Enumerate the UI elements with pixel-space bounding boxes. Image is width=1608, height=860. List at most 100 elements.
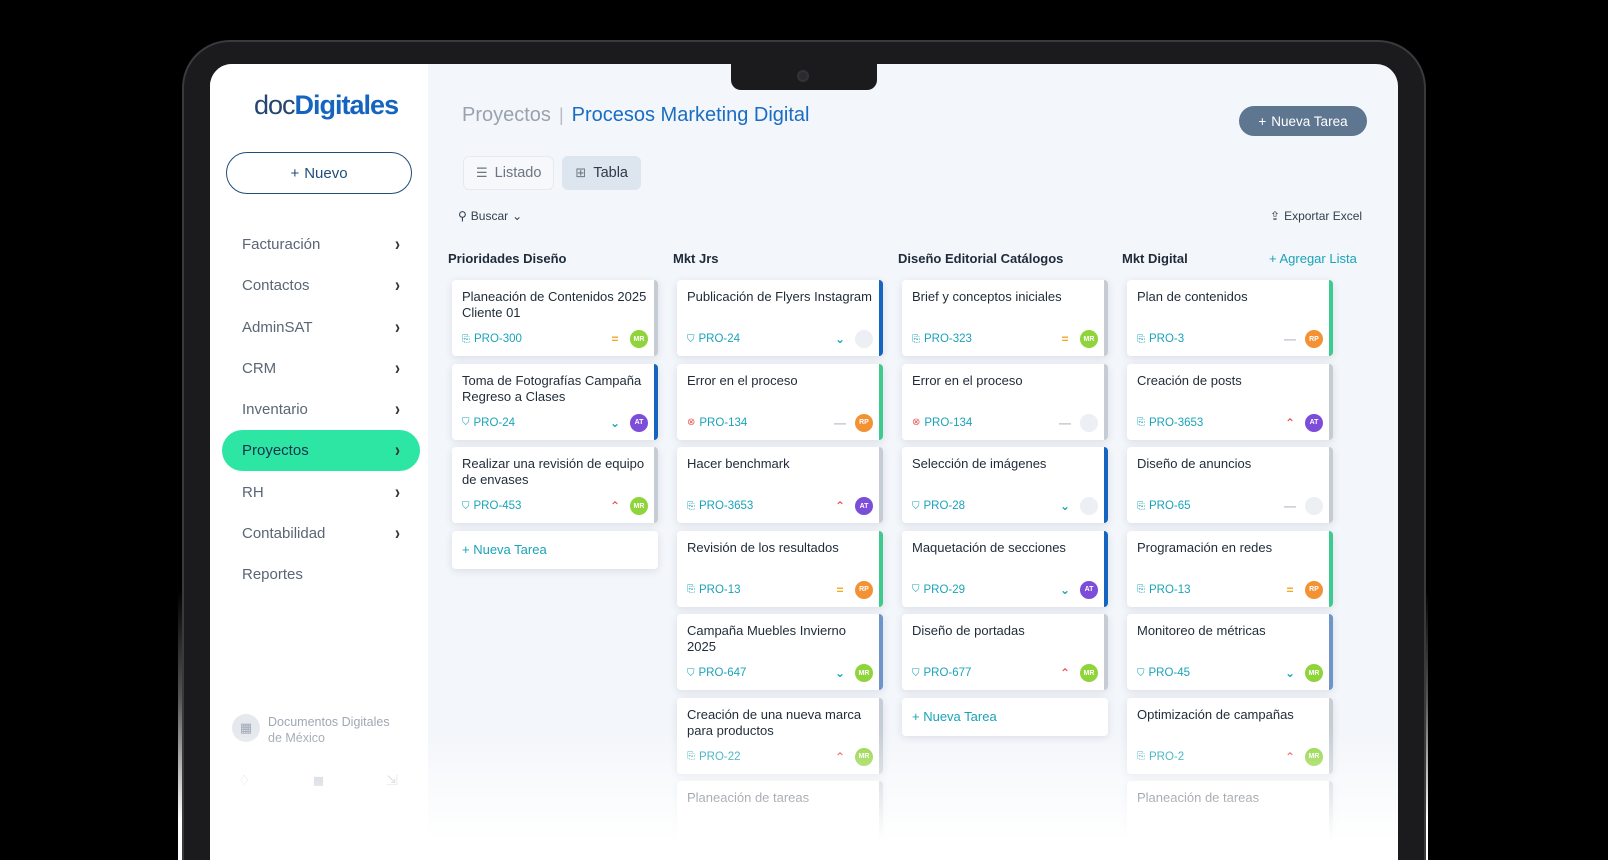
sidebar-item-inventario[interactable]: Inventario › xyxy=(222,389,420,430)
avatar[interactable]: MR xyxy=(855,664,873,682)
task-id[interactable]: ⎘ PRO-13 xyxy=(1137,584,1283,596)
task-id[interactable]: ⎘ PRO-3653 xyxy=(1137,417,1283,429)
avatar[interactable] xyxy=(1080,497,1098,515)
task-card[interactable]: Optimización de campañas ⎘ PRO-2 ⌃ MR xyxy=(1127,697,1333,774)
avatar[interactable]: MR xyxy=(1305,664,1323,682)
task-id[interactable]: ⛉ PRO-28 xyxy=(912,500,1058,512)
avatar[interactable] xyxy=(855,330,873,348)
task-card[interactable]: Realizar una revisión de equipo de envas… xyxy=(452,447,658,523)
add-task-button[interactable]: + Nueva Tarea xyxy=(902,697,1108,736)
task-id[interactable]: ⎘ PRO-65 xyxy=(1137,500,1283,512)
status-bar xyxy=(1329,447,1333,523)
sidebar-item-label: Contabilidad xyxy=(242,525,326,543)
task-card[interactable]: Creación de una nueva marca para product… xyxy=(677,697,883,774)
status-bar xyxy=(1329,781,1333,857)
sidebar-item-reportes[interactable]: Reportes xyxy=(222,554,420,595)
sidebar-item-crm[interactable]: CRM › xyxy=(222,348,420,389)
sidebar-item-adminsat[interactable]: AdminSAT › xyxy=(222,307,420,348)
task-id[interactable]: ⛉ PRO-677 xyxy=(912,667,1058,679)
avatar[interactable]: RP xyxy=(1305,580,1323,599)
task-card[interactable]: Selección de imágenes ⛉ PRO-28 ⌄ xyxy=(902,447,1108,523)
task-card[interactable]: Creación de posts ⎘ PRO-3653 ⌃ AT xyxy=(1127,363,1333,440)
avatar[interactable]: AT xyxy=(855,497,873,515)
breadcrumb-parent[interactable]: Proyectos xyxy=(462,104,551,127)
task-id-text: PRO-134 xyxy=(924,416,973,429)
task-card[interactable]: Revisión de los resultados ⎘ PRO-13 = RP xyxy=(677,530,883,607)
avatar[interactable] xyxy=(1305,497,1323,515)
task-card[interactable]: Brief y conceptos iniciales ⎘ PRO-323 = MR xyxy=(902,280,1108,356)
task-id[interactable]: ⎘ PRO-22 xyxy=(687,751,833,763)
tab-listado[interactable]: ☰ Listado xyxy=(463,156,555,190)
task-card[interactable]: Monitoreo de métricas ⛉ PRO-45 ⌄ MR xyxy=(1127,614,1333,690)
add-task-button[interactable]: + Nueva Tarea xyxy=(452,530,658,569)
avatar[interactable]: AT xyxy=(1080,580,1098,599)
avatar[interactable]: AT xyxy=(1305,413,1323,432)
task-footer: ⎘ PRO-65 — xyxy=(1137,497,1323,515)
task-card[interactable]: Maquetación de secciones ⛉ PRO-29 ⌄ AT xyxy=(902,530,1108,607)
priority-none-icon: — xyxy=(1284,332,1296,346)
status-bar xyxy=(654,363,658,440)
search-dropdown[interactable]: ⚲ Buscar ⌄ xyxy=(458,209,522,223)
task-id[interactable]: ⊗ PRO-134 xyxy=(687,417,833,429)
chat-icon[interactable]: ◼ xyxy=(313,772,325,789)
new-button[interactable]: + Nuevo xyxy=(226,152,412,194)
task-card[interactable]: Campaña Muebles Invierno 2025 ⛉ PRO-647 ⌄ MR xyxy=(677,614,883,690)
task-id[interactable]: ⛉ PRO-24 xyxy=(687,333,833,345)
task-id[interactable]: ⎘ PRO-323 xyxy=(912,333,1058,345)
task-id[interactable]: ⛉ PRO-647 xyxy=(687,667,833,679)
sidebar-item-rh[interactable]: RH › xyxy=(222,472,420,513)
task-card[interactable]: Planeación de tareas xyxy=(1127,781,1333,857)
sidebar-item-proyectos[interactable]: Proyectos › xyxy=(222,430,420,472)
avatar[interactable]: RP xyxy=(855,413,873,432)
avatar[interactable]: AT xyxy=(630,413,648,432)
task-card[interactable]: Diseño de anuncios ⎘ PRO-65 — xyxy=(1127,447,1333,523)
priority-high-icon: ⌃ xyxy=(834,499,846,513)
avatar[interactable]: RP xyxy=(1305,330,1323,348)
task-id[interactable]: ⎘ PRO-300 xyxy=(462,333,608,345)
task-id[interactable]: ⛉ PRO-453 xyxy=(462,500,608,512)
task-id-text: PRO-134 xyxy=(699,416,748,429)
sidebar-item-contabilidad[interactable]: Contabilidad › xyxy=(222,513,420,554)
plus-icon: + xyxy=(1258,113,1267,129)
list-icon: ☰ xyxy=(476,165,488,180)
task-id[interactable]: ⛉ PRO-24 xyxy=(462,417,608,429)
task-card[interactable]: Programación en redes ⎘ PRO-13 = RP xyxy=(1127,530,1333,607)
task-card[interactable]: Planeación de Contenidos 2025 Cliente 01… xyxy=(452,280,658,356)
task-card[interactable]: Diseño de portadas ⛉ PRO-677 ⌃ MR xyxy=(902,614,1108,690)
avatar[interactable]: MR xyxy=(630,330,648,348)
avatar[interactable] xyxy=(1080,413,1098,432)
avatar[interactable]: MR xyxy=(1080,664,1098,682)
bell-icon[interactable]: ♢ xyxy=(238,772,251,789)
task-card[interactable]: Hacer benchmark ⎘ PRO-3653 ⌃ AT xyxy=(677,447,883,523)
task-id[interactable]: ⎘ PRO-3653 xyxy=(687,500,833,512)
export-excel-button[interactable]: ⇪ Exportar Excel xyxy=(1270,209,1362,223)
task-card[interactable]: Error en el proceso ⊗ PRO-134— RP xyxy=(677,363,883,440)
avatar[interactable]: RP xyxy=(855,580,873,599)
camera-notch xyxy=(731,64,877,90)
avatar[interactable]: MR xyxy=(1080,330,1098,348)
task-id[interactable]: ⛉ PRO-29 xyxy=(912,584,1058,596)
task-card[interactable]: Error en el proceso ⊗ PRO-134— xyxy=(902,363,1108,440)
task-card[interactable]: Publicación de Flyers Instagram ⛉ PRO-24 ⌄ xyxy=(677,280,883,356)
avatar[interactable]: MR xyxy=(630,497,648,515)
sidebar-item-contactos[interactable]: Contactos › xyxy=(222,265,420,306)
task-card[interactable]: Toma de Fotografías Campaña Regreso a Cl… xyxy=(452,363,658,440)
task-card[interactable]: Planeación de tareas xyxy=(677,781,883,857)
task-card[interactable]: Plan de contenidos ⎘ PRO-3 — RP xyxy=(1127,280,1333,356)
company-info[interactable]: ▦ Documentos Digitales de México xyxy=(232,714,390,746)
task-id[interactable]: ⎘ PRO-3 xyxy=(1137,333,1283,345)
task-id[interactable]: ⎘ PRO-13 xyxy=(687,584,833,596)
add-list-button[interactable]: + Agregar Lista xyxy=(1269,251,1357,266)
task-footer: ⎘ PRO-22 ⌃ MR xyxy=(687,747,873,766)
tab-tabla[interactable]: ⊞ Tabla xyxy=(562,156,641,190)
task-id[interactable]: ⎘ PRO-2 xyxy=(1137,751,1283,763)
task-id[interactable]: ⊗ PRO-134 xyxy=(912,417,1058,429)
task-title: Planeación de tareas xyxy=(687,790,810,805)
new-task-button[interactable]: + Nueva Tarea xyxy=(1239,106,1367,136)
avatar[interactable]: MR xyxy=(855,747,873,766)
sidebar-item-facturacion[interactable]: Facturación › xyxy=(222,224,420,265)
app-logo[interactable]: docDigitales xyxy=(254,90,399,121)
task-id[interactable]: ⛉ PRO-45 xyxy=(1137,667,1283,679)
logout-icon[interactable]: ⇲ xyxy=(386,772,398,789)
avatar[interactable]: MR xyxy=(1305,747,1323,766)
